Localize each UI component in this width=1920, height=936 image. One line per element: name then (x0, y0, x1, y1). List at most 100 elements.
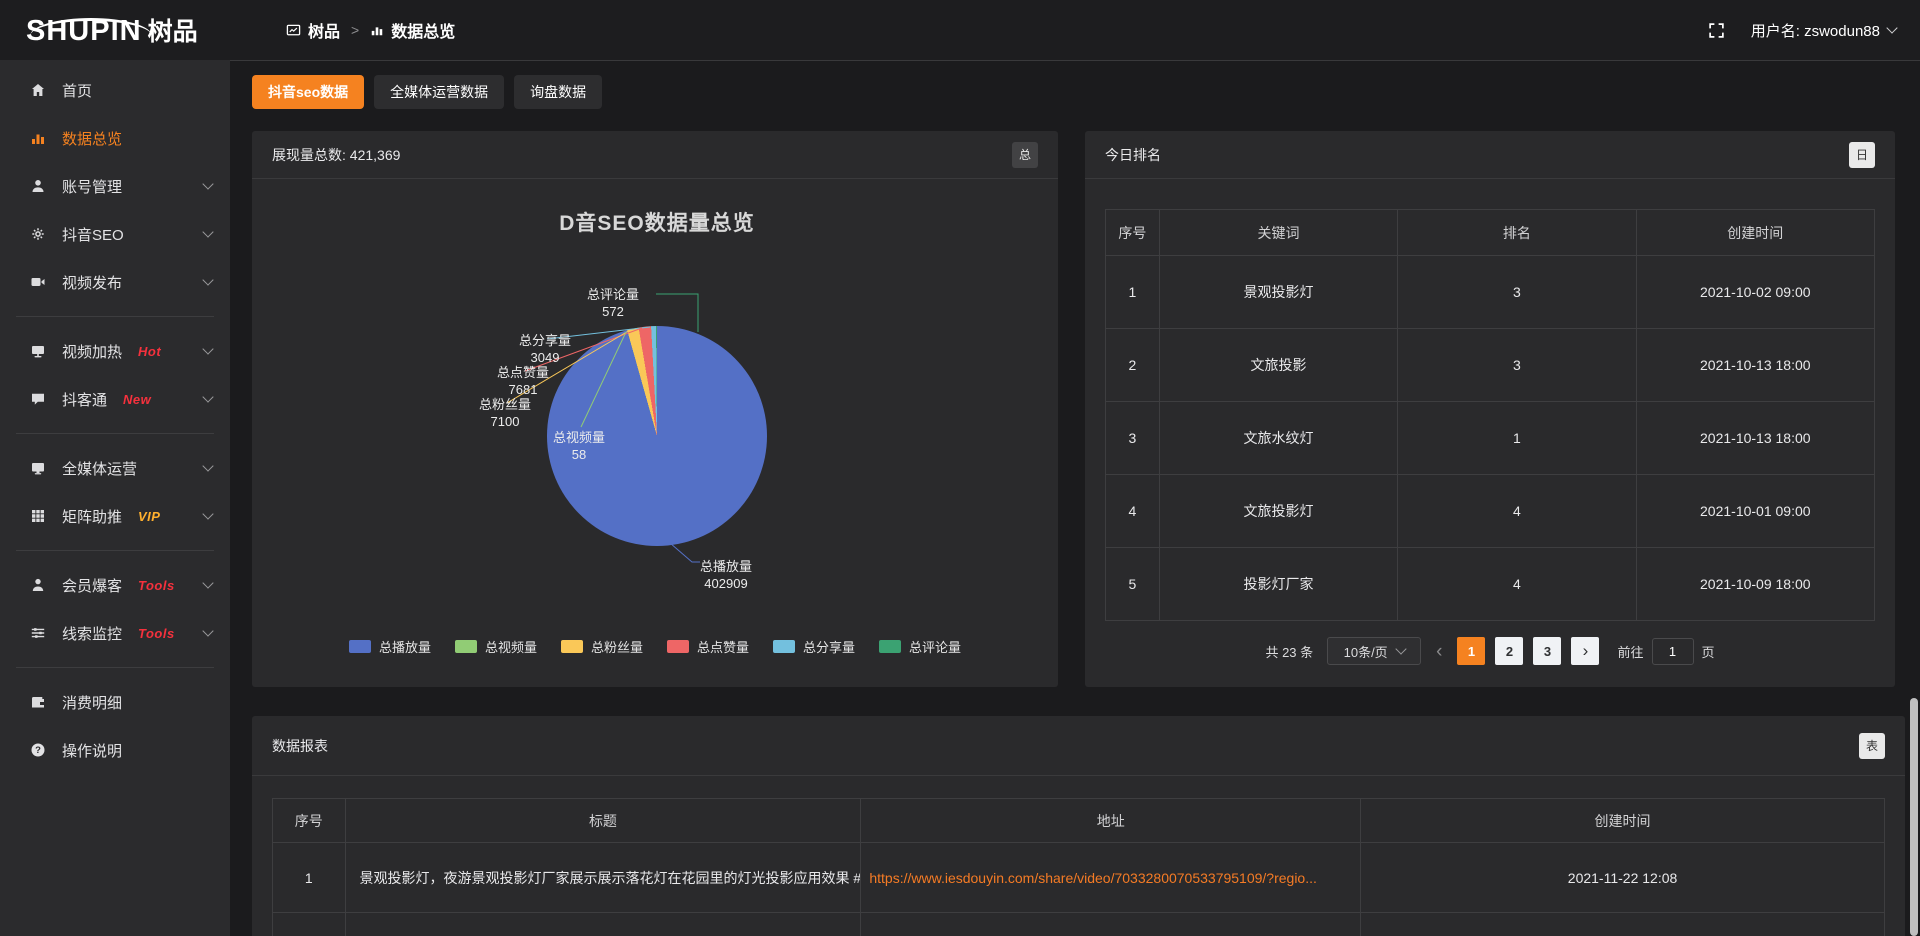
header-right: 用户名: zswodun88 (1708, 20, 1920, 41)
page-size-select[interactable]: 10条/页 (1327, 637, 1421, 665)
overview-panel-header: 展现量总数: 421,369 总 (252, 131, 1058, 179)
vertical-scrollbar-thumb[interactable] (1910, 698, 1918, 936)
sidebar-item-label: 操作说明 (62, 740, 122, 761)
legend-swatch (879, 640, 901, 653)
sidebar-item-consumption[interactable]: 消费明细 (0, 678, 230, 726)
tools-badge: Tools (138, 626, 175, 641)
vip-badge: VIP (138, 509, 160, 524)
person-icon (30, 577, 47, 593)
legend-item-comments[interactable]: 总评论量 (879, 637, 961, 656)
chat-icon (30, 391, 47, 407)
table-row: 1 景观投影灯，夜游景观投影灯厂家展示展示落花灯在花园里的灯光投影应用效果 # … (273, 843, 1885, 913)
grid-icon (30, 508, 47, 524)
pie-legend: 总播放量 总视频量 总粉丝量 总点赞量 总分享量 总评论量 (252, 637, 1058, 656)
sidebar-item-label: 账号管理 (62, 176, 122, 197)
day-toggle-button[interactable]: 日 (1849, 142, 1875, 168)
legend-item-likes[interactable]: 总点赞量 (667, 637, 749, 656)
pie-chart-title: D音SEO数据量总览 (437, 207, 877, 237)
board-chart-icon (286, 23, 301, 38)
next-page-button[interactable]: › (1571, 637, 1599, 665)
main-content: 抖音seo数据 全媒体运营数据 询盘数据 展现量总数: 421,369 总 D音… (230, 60, 1920, 936)
page-button-3[interactable]: 3 (1533, 637, 1561, 665)
sidebar-item-label: 视频发布 (62, 272, 122, 293)
sidebar-item-home[interactable]: 首页 (0, 66, 230, 114)
tab-omnimedia-data[interactable]: 全媒体运营数据 (374, 75, 504, 109)
sidebar-item-matrix-boost[interactable]: 矩阵助推 VIP (0, 492, 230, 540)
user-icon (30, 178, 47, 194)
report-panel-title: 数据报表 (272, 736, 328, 756)
breadcrumb-root[interactable]: 树品 (286, 18, 340, 42)
sidebar-item-clue-monitor[interactable]: 线索监控 Tools (0, 609, 230, 657)
legend-swatch (561, 640, 583, 653)
chevron-down-icon (1395, 643, 1406, 654)
pie-label-likes: 总点赞量 7681 (481, 364, 565, 398)
sidebar-item-label: 首页 (62, 80, 92, 101)
sidebar-item-help[interactable]: ? 操作说明 (0, 726, 230, 774)
sidebar-item-label: 全媒体运营 (62, 458, 137, 479)
legend-item-shares[interactable]: 总分享量 (773, 637, 855, 656)
sliders-icon (30, 625, 47, 641)
chevron-down-icon (202, 226, 213, 237)
fullscreen-icon[interactable] (1708, 22, 1725, 39)
prev-page-button[interactable]: ‹ (1431, 642, 1447, 661)
chevron-down-icon (202, 460, 213, 471)
goto-page-input[interactable] (1652, 638, 1694, 665)
table-toggle-button[interactable]: 表 (1859, 733, 1885, 759)
chevron-down-icon (202, 508, 213, 519)
chevron-down-icon (202, 274, 213, 285)
sidebar-item-member-tool[interactable]: 会员爆客 Tools (0, 561, 230, 609)
gear-icon (30, 226, 47, 242)
table-row: 3 文旅水纹灯 1 2021-10-13 18:00 (1106, 402, 1875, 475)
sidebar-item-label: 抖客通 (62, 389, 107, 410)
top-header: SHUPIN 树品 树品 > 数据总览 用户名: zswodun88 (0, 0, 1920, 60)
tab-douyin-seo-data[interactable]: 抖音seo数据 (252, 75, 364, 109)
sidebar-item-account[interactable]: 账号管理 (0, 162, 230, 210)
video-camera-icon (30, 274, 47, 290)
sidebar-item-label: 数据总览 (62, 128, 122, 149)
legend-item-videos[interactable]: 总视频量 (455, 637, 537, 656)
page-button-2[interactable]: 2 (1495, 637, 1523, 665)
sidebar-item-video-publish[interactable]: 视频发布 (0, 258, 230, 306)
sidebar-item-data-overview[interactable]: 数据总览 (0, 114, 230, 162)
breadcrumb-current-label: 数据总览 (391, 18, 455, 42)
pie-label-plays: 总播放量 402909 (676, 558, 776, 592)
pie-label-fans: 总粉丝量 7100 (463, 396, 547, 430)
chevron-down-icon (202, 178, 213, 189)
pie-label-shares: 总分享量 3049 (503, 332, 587, 366)
monitor-icon (30, 460, 47, 476)
breadcrumb-separator: > (351, 22, 359, 38)
sidebar-divider (16, 433, 214, 434)
report-panel: 数据报表 表 序号 标题 地址 创建时间 1 景观投影灯，夜游景观投影灯厂家展示… (252, 716, 1905, 936)
sidebar-item-douyin-seo[interactable]: 抖音SEO (0, 210, 230, 258)
hot-badge: Hot (138, 344, 161, 359)
sidebar-item-label: 消费明细 (62, 692, 122, 713)
sidebar-item-douketong[interactable]: 抖客通 New (0, 375, 230, 423)
tab-inquiry-data[interactable]: 询盘数据 (514, 75, 602, 109)
total-toggle-button[interactable]: 总 (1012, 142, 1038, 168)
legend-item-fans[interactable]: 总粉丝量 (561, 637, 643, 656)
legend-swatch (455, 640, 477, 653)
report-panel-header: 数据报表 表 (252, 716, 1905, 776)
sidebar-item-label: 会员爆客 (62, 575, 122, 596)
overview-panel-title: 展现量总数: 421,369 (272, 145, 400, 165)
legend-item-plays[interactable]: 总播放量 (349, 637, 431, 656)
breadcrumb: 树品 > 数据总览 (286, 18, 455, 42)
video-url-link[interactable]: https://www.iesdouyin.com/share/video/70… (869, 870, 1317, 886)
page-button-1[interactable]: 1 (1457, 637, 1485, 665)
sidebar-item-label: 线索监控 (62, 623, 122, 644)
tools-badge: Tools (138, 578, 175, 593)
sidebar-item-omnimedia[interactable]: 全媒体运营 (0, 444, 230, 492)
sidebar-item-video-heat[interactable]: 视频加热 Hot (0, 327, 230, 375)
sidebar-divider (16, 550, 214, 551)
chevron-down-icon (202, 391, 213, 402)
ranking-panel-header: 今日排名 日 (1085, 131, 1895, 179)
report-table: 序号 标题 地址 创建时间 1 景观投影灯，夜游景观投影灯厂家展示展示落花灯在花… (272, 798, 1885, 936)
user-menu[interactable]: 用户名: zswodun88 (1751, 20, 1896, 41)
pagination-total: 共 23 条 (1265, 642, 1313, 661)
logo[interactable]: SHUPIN 树品 (0, 12, 230, 48)
table-row: 2 文旅投影 3 2021-10-13 18:00 (1106, 329, 1875, 402)
breadcrumb-current[interactable]: 数据总览 (370, 18, 455, 42)
table-row: 1 景观投影灯 3 2021-10-02 09:00 (1106, 256, 1875, 329)
screen-icon (30, 343, 47, 359)
ranking-panel: 今日排名 日 序号 关键词 排名 创建时间 1 景观投影灯 3 2021-10-… (1085, 131, 1895, 687)
